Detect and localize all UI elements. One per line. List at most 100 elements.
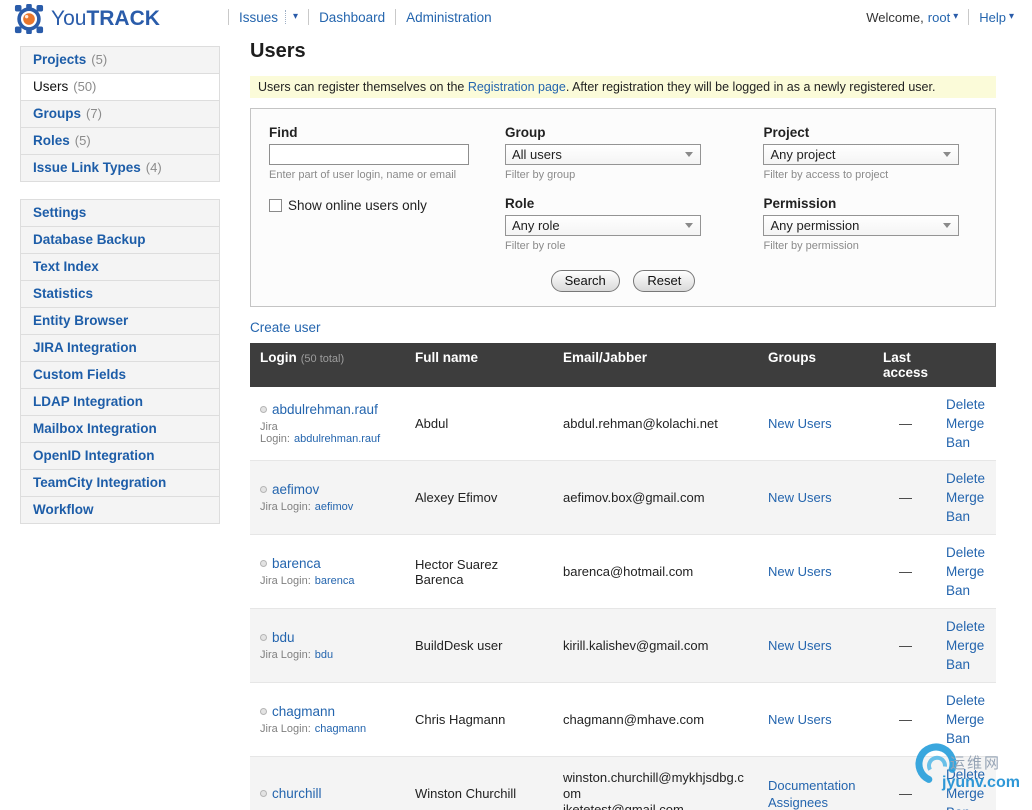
sidebar-item-users[interactable]: Users (50) [20, 73, 220, 101]
sidebar-item-workflow[interactable]: Workflow [20, 496, 220, 524]
sidebar-item-ldap-integration[interactable]: LDAP Integration [20, 388, 220, 416]
login-sub-label: Jira Login: [260, 421, 290, 445]
sidebar-item-custom-fields[interactable]: Custom Fields [20, 361, 220, 389]
sidebar-item-label: Settings [33, 205, 87, 220]
chevron-down-icon[interactable]: ▾ [293, 11, 298, 22]
user-login-link[interactable]: barenca [272, 556, 321, 571]
sidebar-item-roles[interactable]: Roles (5) [20, 127, 220, 155]
nav-administration[interactable]: Administration [406, 10, 492, 25]
nav-issues[interactable]: Issues [239, 10, 278, 25]
delete-link[interactable]: Delete [946, 469, 992, 488]
role-select[interactable]: Any role [504, 215, 701, 236]
login-sub-value-link[interactable]: chagmann [315, 723, 366, 735]
main-nav: Issues ▾ Dashboard Administration [218, 9, 492, 25]
sidebar-item-label: Entity Browser [33, 313, 129, 328]
full-name-cell: Winston Churchill [415, 786, 517, 801]
group-link[interactable]: New Users [768, 416, 832, 431]
reset-button[interactable]: Reset [633, 270, 696, 292]
login-sub-value-link[interactable]: barenca [315, 575, 355, 587]
login-sub-value-link[interactable]: aefimov [315, 501, 354, 513]
project-select[interactable]: Any project [763, 144, 960, 165]
login-sub-value-link[interactable]: abdulrehman.rauf [294, 433, 380, 445]
help-menu[interactable]: Help [979, 10, 1006, 25]
online-status-icon [260, 560, 267, 567]
merge-link[interactable]: Merge [946, 562, 992, 581]
ban-link[interactable]: Ban [946, 581, 992, 600]
sidebar-item-settings[interactable]: Settings [20, 199, 220, 227]
sidebar-item-issue-link-types[interactable]: Issue Link Types (4) [20, 154, 220, 182]
ban-link[interactable]: Ban [946, 507, 992, 526]
youtrack-logo[interactable]: YouTRACK [14, 4, 160, 34]
online-status-icon [260, 406, 267, 413]
sidebar-item-projects[interactable]: Projects (5) [20, 46, 220, 74]
chevron-down-icon[interactable]: ▾ [953, 11, 958, 22]
table-row: barenca Jira Login: barenca Hector Suarez B… [250, 535, 996, 609]
group-link[interactable]: New Users [768, 490, 832, 505]
login-line: bdu [260, 630, 395, 645]
delete-link[interactable]: Delete [946, 691, 992, 710]
user-menu[interactable]: root [928, 10, 950, 25]
sidebar-item-label: Statistics [33, 286, 94, 301]
actions-cell: DeleteMergeBan [938, 535, 996, 609]
show-online-checkbox[interactable] [269, 199, 282, 212]
group-link[interactable]: Documentation Assignees [768, 778, 855, 810]
project-select-value: Any project [770, 147, 836, 162]
col-header-last-access: Last access [873, 343, 938, 387]
delete-link[interactable]: Delete [946, 617, 992, 636]
group-link[interactable]: New Users [768, 712, 832, 727]
sidebar-item-groups[interactable]: Groups (7) [20, 100, 220, 128]
sidebar-item-entity-browser[interactable]: Entity Browser [20, 307, 220, 335]
chevron-down-icon[interactable]: ▾ [1009, 11, 1014, 22]
delete-link[interactable]: Delete [946, 543, 992, 562]
delete-link[interactable]: Delete [946, 765, 992, 784]
ban-link[interactable]: Ban [946, 803, 992, 810]
welcome-text: Welcome, [866, 9, 924, 25]
group-link[interactable]: New Users [768, 564, 832, 579]
user-login-link[interactable]: bdu [272, 630, 295, 645]
show-online-label[interactable]: Show online users only [288, 198, 427, 213]
delete-link[interactable]: Delete [946, 395, 992, 414]
table-row: aefimov Jira Login: aefimov Alexey Efimov ae… [250, 460, 996, 535]
login-line: churchill [260, 786, 395, 801]
ban-link[interactable]: Ban [946, 655, 992, 674]
group-link[interactable]: New Users [768, 638, 832, 653]
online-status-icon [260, 486, 267, 493]
permission-select[interactable]: Any permission [763, 215, 960, 236]
merge-link[interactable]: Merge [946, 710, 992, 729]
email-value: iketetest@gmail.com [563, 801, 684, 810]
permission-select-value: Any permission [770, 218, 860, 233]
online-status-icon [260, 790, 267, 797]
nav-dashboard[interactable]: Dashboard [319, 10, 385, 25]
email-cell: kirill.kalishev@gmail.com [553, 609, 758, 683]
login-sub-value-link[interactable]: bdu [315, 649, 333, 661]
sidebar-item-label: Groups [33, 106, 82, 121]
user-login-link[interactable]: churchill [272, 786, 322, 801]
user-login-link[interactable]: abdulrehman.rauf [272, 402, 378, 417]
user-login-link[interactable]: aefimov [272, 482, 319, 497]
find-input[interactable] [269, 144, 469, 165]
user-login-link[interactable]: chagmann [272, 704, 335, 719]
sidebar-item-statistics[interactable]: Statistics [20, 280, 220, 308]
merge-link[interactable]: Merge [946, 784, 992, 803]
chevron-down-icon [943, 223, 952, 228]
group-label: Group [504, 125, 546, 140]
sidebar-item-teamcity-integration[interactable]: TeamCity Integration [20, 469, 220, 497]
merge-link[interactable]: Merge [946, 636, 992, 655]
sidebar-item-jira-integration[interactable]: JIRA Integration [20, 334, 220, 362]
registration-page-link[interactable]: Registration page [468, 80, 566, 94]
search-button[interactable]: Search [550, 270, 620, 292]
merge-link[interactable]: Merge [946, 414, 992, 433]
sidebar-item-text-index[interactable]: Text Index [20, 253, 220, 281]
ban-link[interactable]: Ban [946, 433, 992, 452]
sidebar-item-openid-integration[interactable]: OpenID Integration [20, 442, 220, 470]
ban-link[interactable]: Ban [946, 729, 992, 748]
merge-link[interactable]: Merge [946, 488, 992, 507]
create-user-link[interactable]: Create user [250, 320, 321, 335]
sidebar-item-mailbox-integration[interactable]: Mailbox Integration [20, 415, 220, 443]
login-sub-row: Jira Login: chagmann [260, 723, 395, 735]
last-access-cell: — [899, 490, 912, 505]
table-header-row: Login (50 total) Full name Email/Jabber G… [250, 343, 996, 387]
role-hint: Filter by role [504, 240, 566, 252]
group-select[interactable]: All users [504, 144, 701, 165]
sidebar-item-database-backup[interactable]: Database Backup [20, 226, 220, 254]
